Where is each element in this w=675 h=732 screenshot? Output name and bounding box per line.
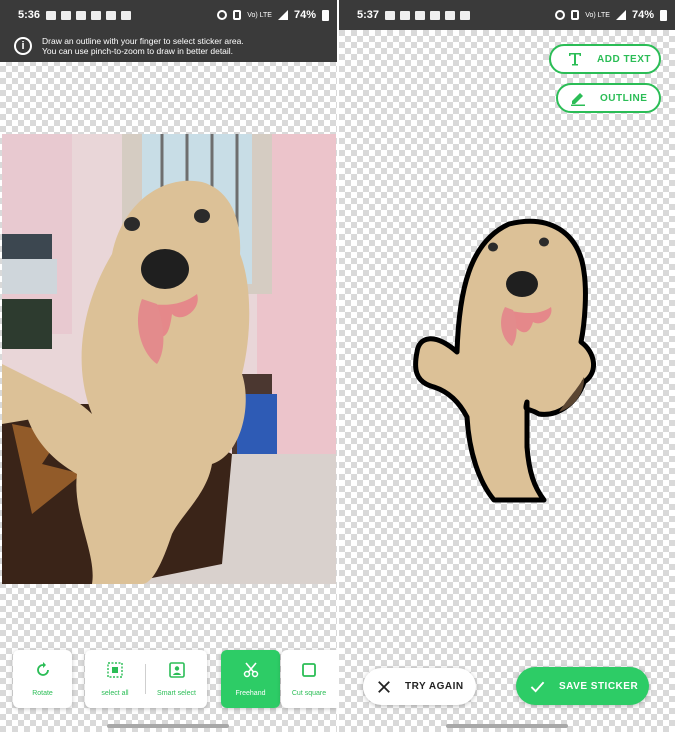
- close-icon: [378, 680, 390, 693]
- rotate-button[interactable]: Rotate: [13, 650, 72, 708]
- instruction-line: You can use pinch-to-zoom to draw in bet…: [42, 46, 234, 56]
- status-time: 5:36: [18, 9, 41, 21]
- gesture-nav-handle[interactable]: [446, 724, 568, 728]
- select-all-icon: [107, 661, 123, 678]
- notification-icon: [460, 10, 471, 20]
- pencil-icon: [571, 93, 585, 106]
- rotate-icon: [36, 661, 49, 676]
- battery-icon: [660, 9, 667, 21]
- smart-select-button[interactable]: Smart select: [146, 661, 207, 697]
- add-text-button[interactable]: ADD TEXT: [549, 44, 661, 74]
- outline-label: OUTLINE: [600, 92, 648, 104]
- cut-square-label: Cut square: [291, 689, 327, 697]
- freehand-button[interactable]: Freehand: [221, 650, 280, 708]
- notification-icon: [121, 10, 132, 20]
- save-sticker-label: SAVE STICKER: [559, 680, 639, 692]
- app-comparison: 5:36 Vo) LTE 74% i Draw an outline with …: [0, 0, 675, 732]
- status-bar: 5:37 Vo) LTE 74%: [339, 0, 675, 30]
- info-icon: i: [14, 37, 32, 55]
- freehand-label: Freehand: [235, 689, 266, 697]
- battery-percent: 74%: [631, 9, 654, 21]
- scissors-icon: [243, 661, 258, 677]
- instruction-text: Draw an outline with your finger to sele…: [42, 36, 244, 56]
- instruction-line: Draw an outline with your finger to sele…: [42, 36, 244, 46]
- notification-icon: [430, 10, 441, 20]
- add-text-label: ADD TEXT: [597, 53, 651, 65]
- rotate-label: Rotate: [32, 689, 53, 697]
- network-label: Vo) LTE: [585, 11, 610, 19]
- notification-icon: [385, 10, 396, 20]
- notification-icon: [61, 10, 72, 20]
- notification-icons: [46, 10, 132, 20]
- source-photo[interactable]: [2, 134, 336, 584]
- battery-icon: [322, 9, 329, 21]
- text-icon: [569, 53, 581, 66]
- notification-icons: [385, 10, 471, 20]
- instruction-banner: i Draw an outline with your finger to se…: [0, 30, 337, 62]
- selection-group: select all Smart select: [85, 650, 207, 708]
- telegram-icon: [415, 10, 426, 20]
- alarm-icon: [217, 10, 228, 20]
- gallery-icon: [445, 10, 456, 20]
- vibrate-icon: [571, 10, 580, 20]
- smart-select-icon: [168, 661, 185, 678]
- select-all-label: select all: [101, 689, 129, 697]
- smart-select-label: Smart select: [157, 689, 196, 697]
- signal-icon: [277, 10, 288, 20]
- sticker-editor-screen: 5:36 Vo) LTE 74% i Draw an outline with …: [0, 0, 337, 732]
- status-time: 5:37: [357, 9, 380, 21]
- select-all-button[interactable]: select all: [85, 661, 145, 697]
- try-again-button[interactable]: TRY AGAIN: [363, 668, 476, 705]
- save-sticker-button[interactable]: SAVE STICKER: [516, 667, 649, 705]
- notification-icon: [400, 10, 411, 20]
- alarm-icon: [555, 10, 566, 20]
- vibrate-icon: [233, 10, 242, 20]
- notification-icon: [91, 10, 102, 20]
- battery-percent: 74%: [293, 9, 316, 21]
- gallery-icon: [106, 10, 117, 20]
- cut-square-button[interactable]: Cut square: [281, 650, 337, 708]
- dog-photo: [2, 134, 336, 584]
- sticker-preview-screen: 5:37 Vo) LTE 74% ADD TEXT OUTLINE TRY AG…: [339, 0, 675, 732]
- signal-icon: [615, 10, 626, 20]
- network-label: Vo) LTE: [247, 11, 272, 19]
- dog-sticker: [413, 218, 596, 503]
- try-again-label: TRY AGAIN: [405, 681, 464, 692]
- gesture-nav-handle[interactable]: [107, 724, 229, 728]
- status-bar: 5:36 Vo) LTE 74%: [0, 0, 337, 30]
- square-icon: [302, 662, 316, 677]
- telegram-icon: [76, 10, 87, 20]
- notification-icon: [46, 10, 57, 20]
- selection-toolbar: Rotate select all Smart select Freehand: [0, 650, 337, 710]
- check-icon: [530, 681, 545, 693]
- outline-button[interactable]: OUTLINE: [556, 83, 661, 113]
- sticker-preview: [409, 212, 609, 510]
